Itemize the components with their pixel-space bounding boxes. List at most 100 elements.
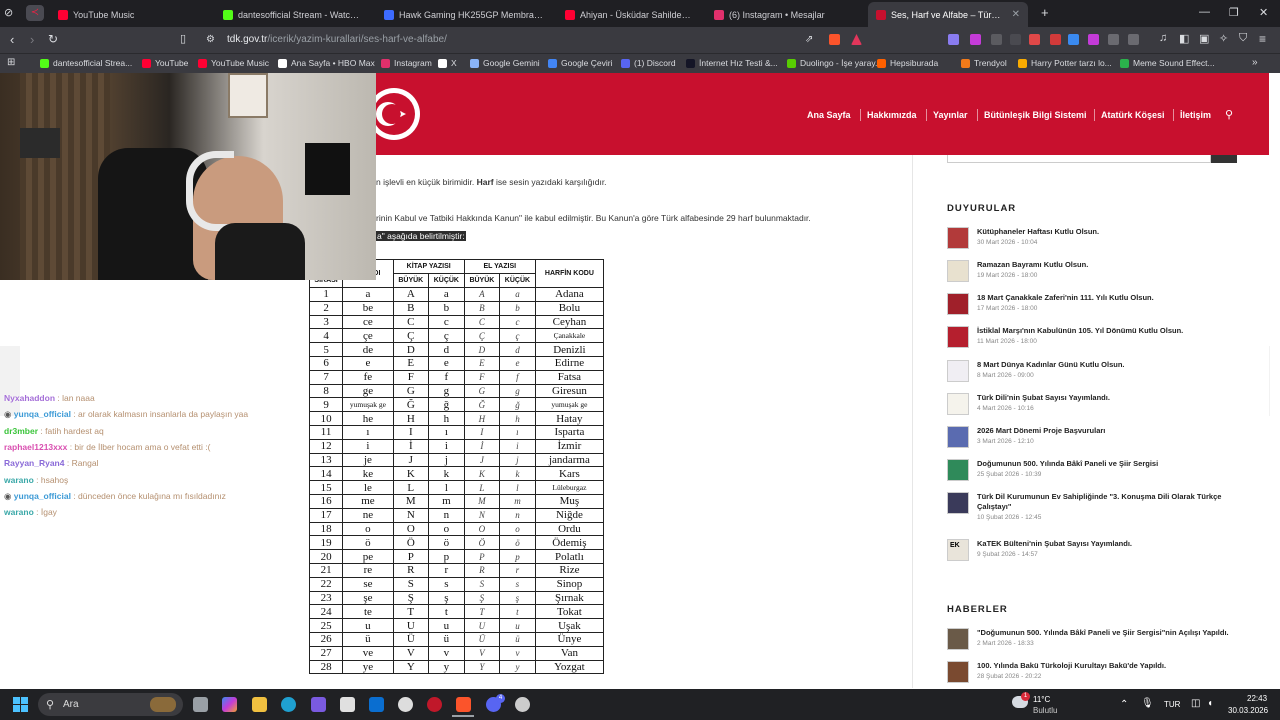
forward-icon[interactable]: › <box>30 32 34 47</box>
media-icon[interactable]: ♫ <box>1159 32 1167 44</box>
nav-link[interactable]: Bütünleşik Bilgi Sistemi <box>984 110 1087 120</box>
bookmark-item[interactable]: YouTube Music <box>198 58 269 68</box>
announcement-item[interactable]: Türk Dili'nin Şubat Sayısı Yayımlandı. 4 … <box>947 393 1247 423</box>
extension-icon-3[interactable] <box>991 34 1002 45</box>
news-item[interactable]: 100. Yılında Bakü Türkoloji Kurultayı Ba… <box>947 661 1247 691</box>
back-icon[interactable]: ‹ <box>10 32 14 47</box>
announcement-title[interactable]: 18 Mart Çanakkale Zaferi'nin 111. Yılı K… <box>977 293 1247 303</box>
task-view-icon[interactable] <box>193 697 208 712</box>
chat-username[interactable]: yunqa_official <box>14 409 71 419</box>
start-icon[interactable] <box>13 697 28 712</box>
more-bookmarks-icon[interactable]: » <box>1252 57 1258 68</box>
browser-tab[interactable]: dantesofficial Stream - Watch Live on <box>215 2 370 27</box>
tab-search-icon[interactable]: ⊘ <box>4 6 13 19</box>
sidebar-icon[interactable]: ◧ <box>1179 32 1189 45</box>
volume-icon[interactable]: ◖ <box>1207 698 1213 709</box>
announcement-title[interactable]: İstiklal Marşı'nın Kabulünün 105. Yıl Dö… <box>977 326 1247 336</box>
announcement-title[interactable]: Ramazan Bayramı Kutlu Olsun. <box>977 260 1247 270</box>
bookmark-item[interactable]: X <box>438 58 457 68</box>
bookmark-item[interactable]: Trendyol <box>961 58 1007 68</box>
address-field[interactable]: tdk.gov.tr/icerik/yazim-kurallari/ses-ha… <box>227 34 447 45</box>
nav-link[interactable]: Hakkımızda <box>867 110 917 120</box>
news-title[interactable]: "Doğumunun 500. Yılında Bâkî Paneli ve Ş… <box>977 628 1247 638</box>
extension-icon-9[interactable] <box>1108 34 1119 45</box>
extension-icon-6[interactable] <box>1050 34 1061 45</box>
announcement-title[interactable]: Türk Dil Kurumunun Ev Sahipliğinde "3. K… <box>977 492 1247 512</box>
mail-icon[interactable] <box>369 697 384 712</box>
browser-tab[interactable]: Ahiyan - Üsküdar Sahildeyim (Official <box>557 2 702 27</box>
brave-rewards-icon[interactable] <box>851 34 862 45</box>
extension-icon-1[interactable] <box>948 34 959 45</box>
microphone-icon[interactable]: 🎙︎ <box>1141 698 1154 709</box>
extension-icon-4[interactable] <box>1010 34 1021 45</box>
announcement-item[interactable]: Ramazan Bayramı Kutlu Olsun. 19 Mart 2026… <box>947 260 1247 290</box>
network-icon[interactable]: ◫ <box>1191 698 1200 709</box>
tab-close-icon[interactable]: ✕ <box>1012 9 1020 20</box>
announcement-item[interactable]: Türk Dil Kurumunun Ev Sahipliğinde "3. K… <box>947 492 1247 522</box>
announcement-item[interactable]: Kütüphaneler Haftası Kutlu Olsun. 30 Mart… <box>947 227 1247 257</box>
extension-icon-5[interactable] <box>1029 34 1040 45</box>
extension-icon-7[interactable] <box>1068 34 1079 45</box>
maximize-icon[interactable]: ❐ <box>1229 6 1239 19</box>
brave-shields-icon[interactable] <box>829 34 840 45</box>
slider-prev-arrow[interactable] <box>0 346 20 416</box>
reload-icon[interactable]: ↻ <box>48 32 58 46</box>
chat-username[interactable]: Nyxahaddon <box>4 393 55 403</box>
file-explorer-icon[interactable] <box>252 697 267 712</box>
apps-grid-icon[interactable]: ⊞ <box>7 57 15 68</box>
announcement-title[interactable]: Kütüphaneler Haftası Kutlu Olsun. <box>977 227 1247 237</box>
bookmark-item[interactable]: Duolingo - İşe yaray... <box>787 58 882 68</box>
vpn-icon[interactable]: ⛉ <box>1239 32 1247 45</box>
news-item[interactable]: "Doğumunun 500. Yılında Bâkî Paneli ve Ş… <box>947 628 1247 658</box>
browser-tab[interactable]: (6) Instagram • Mesajlar <box>706 2 861 27</box>
share-icon[interactable]: ⇗ <box>805 34 813 45</box>
announcement-title[interactable]: 8 Mart Dünya Kadınlar Günü Kutlu Olsun. <box>977 360 1247 370</box>
bookmark-item[interactable]: Hepsiburada <box>877 58 938 68</box>
announcement-item[interactable]: EK KaTEK Bülteni'nin Şubat Sayısı Yayımla… <box>947 539 1247 569</box>
language-indicator[interactable]: TUR <box>1164 700 1180 709</box>
bookmark-item[interactable]: Harry Potter tarzı lo... <box>1018 58 1112 68</box>
calculator-icon[interactable] <box>340 697 355 712</box>
steam-icon[interactable] <box>398 697 413 712</box>
leo-ai-icon[interactable]: ✧ <box>1219 32 1228 45</box>
bookmark-icon[interactable]: ▯ <box>180 32 186 45</box>
sidebar-search-button[interactable] <box>1211 155 1237 163</box>
browser-tab[interactable]: Ses, Harf ve Alfabe – Türk Dil Ku ✕ <box>868 2 1028 27</box>
taskbar-search[interactable]: ⚲ Ara <box>38 693 183 716</box>
bookmark-item[interactable]: YouTube <box>142 58 188 68</box>
msi-icon[interactable] <box>427 697 442 712</box>
extension-icon-8[interactable] <box>1088 34 1099 45</box>
nav-link[interactable]: Atatürk Köşesi <box>1101 110 1165 120</box>
announcement-item[interactable]: İstiklal Marşı'nın Kabulünün 105. Yıl Dö… <box>947 326 1247 356</box>
clock-date[interactable]: 30.03.2026 <box>1228 706 1268 715</box>
bookmark-item[interactable]: (1) Discord <box>621 58 676 68</box>
announcement-item[interactable]: Doğumunun 500. Yılında Bâkî Paneli ve Şi… <box>947 459 1247 489</box>
announcement-item[interactable]: 2026 Mart Dönemi Proje Başvuruları 3 Mart… <box>947 426 1247 456</box>
announcement-item[interactable]: 8 Mart Dünya Kadınlar Günü Kutlu Olsun. 8… <box>947 360 1247 390</box>
announcement-item[interactable]: 18 Mart Çanakkale Zaferi'nin 111. Yılı K… <box>947 293 1247 323</box>
announcement-title[interactable]: Türk Dili'nin Şubat Sayısı Yayımlandı. <box>977 393 1247 403</box>
bookmark-item[interactable]: Google Gemini <box>470 58 540 68</box>
tdk-logo-icon[interactable] <box>376 85 422 143</box>
browser-tab[interactable]: YouTube Music <box>50 2 210 27</box>
edge-icon[interactable] <box>281 697 296 712</box>
extension-icon-2[interactable] <box>970 34 981 45</box>
chat-username[interactable]: Rayyan_Ryan4 <box>4 458 64 468</box>
chat-username[interactable]: warano <box>4 475 34 485</box>
photos-icon[interactable] <box>311 697 326 712</box>
wallet-icon[interactable]: ▣ <box>1199 32 1209 45</box>
bookmark-item[interactable]: İnternet Hız Testi &... <box>686 58 778 68</box>
tray-overflow-icon[interactable]: ⌃ <box>1120 699 1128 710</box>
bookmark-item[interactable]: Instagram <box>381 58 432 68</box>
announcement-title[interactable]: KaTEK Bülteni'nin Şubat Sayısı Yayımland… <box>977 539 1247 549</box>
site-info-icon[interactable]: ⚙ <box>206 34 215 45</box>
clock-time[interactable]: 22:43 <box>1247 694 1267 703</box>
extensions-puzzle-icon[interactable] <box>1128 34 1139 45</box>
brave-taskbar-icon[interactable] <box>456 697 471 712</box>
minimize-icon[interactable]: — <box>1199 6 1210 18</box>
menu-icon[interactable]: ≡ <box>1259 32 1266 46</box>
chat-username[interactable]: dr3mber <box>4 426 38 436</box>
new-tab-button[interactable]: + <box>1041 5 1049 20</box>
copilot-icon[interactable] <box>222 697 237 712</box>
announcement-title[interactable]: 2026 Mart Dönemi Proje Başvuruları <box>977 426 1247 436</box>
